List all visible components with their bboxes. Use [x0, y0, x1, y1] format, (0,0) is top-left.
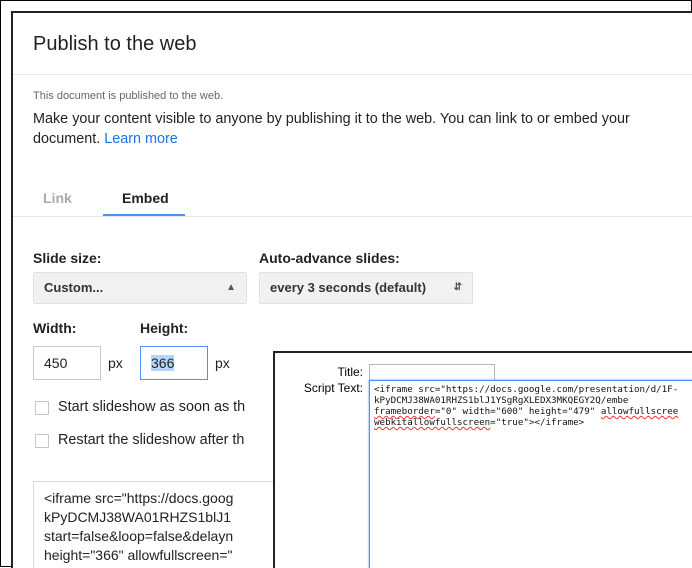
height-label: Height:	[140, 320, 189, 336]
slide-size-value: Custom...	[44, 280, 104, 295]
restart-slideshow-label: Restart the slideshow after th	[58, 432, 245, 448]
width-input[interactable]: 450	[33, 346, 101, 380]
title-divider	[13, 74, 692, 75]
screenshot-frame: Publish to the web This document is publ…	[0, 0, 692, 568]
title-field[interactable]	[369, 364, 495, 381]
script-line-2: kPyDCMJ38WA01RHZS1blJ1YSgRgXLEDX3MKQEGY2…	[374, 395, 629, 406]
script-line-4-webkit: webkitallowfullscreen	[374, 417, 491, 428]
width-value: 450	[44, 355, 68, 371]
auto-advance-select[interactable]: every 3 seconds (default) ⇵	[259, 272, 473, 304]
script-line-3-allowfullscreen: allowfullscree	[600, 406, 679, 417]
slide-size-label: Slide size:	[33, 250, 102, 266]
script-dialog: Title: Script Text: <iframe src="https:/…	[273, 351, 692, 568]
learn-more-link[interactable]: Learn more	[104, 131, 178, 147]
slide-size-select[interactable]: Custom... ▲	[33, 272, 247, 304]
script-line-3-attrs: ="0" width="600" height="479"	[434, 406, 601, 417]
tabs-divider	[13, 216, 692, 217]
script-text-label: Script Text:	[303, 381, 363, 395]
script-line-1: <iframe src="https://docs.google.com/pre…	[374, 384, 679, 395]
height-input[interactable]: 366	[140, 346, 208, 380]
auto-advance-label: Auto-advance slides:	[259, 250, 400, 266]
script-text-area[interactable]: <iframe src="https://docs.google.com/pre…	[369, 380, 692, 568]
script-line-3-frameborder: frameborder	[374, 406, 435, 417]
restart-slideshow-checkbox[interactable]	[35, 434, 49, 448]
start-slideshow-label: Start slideshow as soon as th	[58, 399, 246, 415]
title-field-label: Title:	[337, 365, 363, 379]
dialog-title: Publish to the web	[33, 33, 197, 55]
tab-embed[interactable]: Embed	[122, 190, 169, 206]
select-arrows-icon: ⇵	[453, 282, 462, 293]
script-line-4-end: ="true"></iframe>	[490, 417, 585, 428]
width-label: Width:	[33, 320, 77, 336]
width-unit: px	[108, 355, 123, 371]
description: Make your content visible to anyone by p…	[33, 109, 673, 149]
select-arrows-icon: ▲	[226, 282, 236, 293]
height-unit: px	[215, 355, 230, 371]
published-note: This document is published to the web.	[33, 90, 224, 102]
height-value: 366	[151, 355, 175, 371]
tab-link[interactable]: Link	[43, 190, 72, 206]
start-slideshow-checkbox[interactable]	[35, 401, 49, 415]
auto-advance-value: every 3 seconds (default)	[270, 280, 427, 295]
